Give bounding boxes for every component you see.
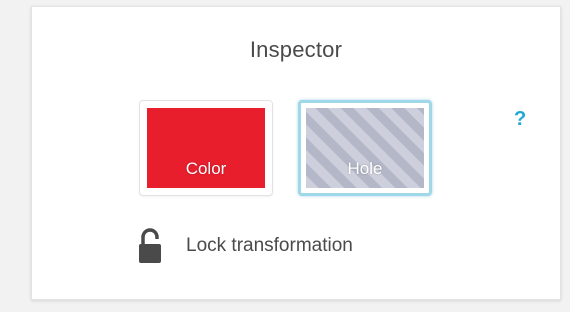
unlocked-padlock-icon <box>139 228 161 263</box>
help-button[interactable]: ? <box>514 108 526 131</box>
hole-option-label: Hole <box>347 159 383 178</box>
lock-transformation-label: Lock transformation <box>186 235 353 256</box>
hole-swatch: Hole <box>306 108 424 188</box>
color-option-label: Color <box>185 159 227 178</box>
color-option-button[interactable]: Color <box>139 100 273 196</box>
inspector-panel: Inspector Color Hole ? Lock transformati… <box>31 6 561 300</box>
lock-transformation-toggle[interactable]: Lock transformation <box>138 228 353 264</box>
panel-title: Inspector <box>249 37 343 62</box>
color-swatch: Color <box>147 108 265 188</box>
hole-option-button[interactable]: Hole <box>298 100 432 196</box>
